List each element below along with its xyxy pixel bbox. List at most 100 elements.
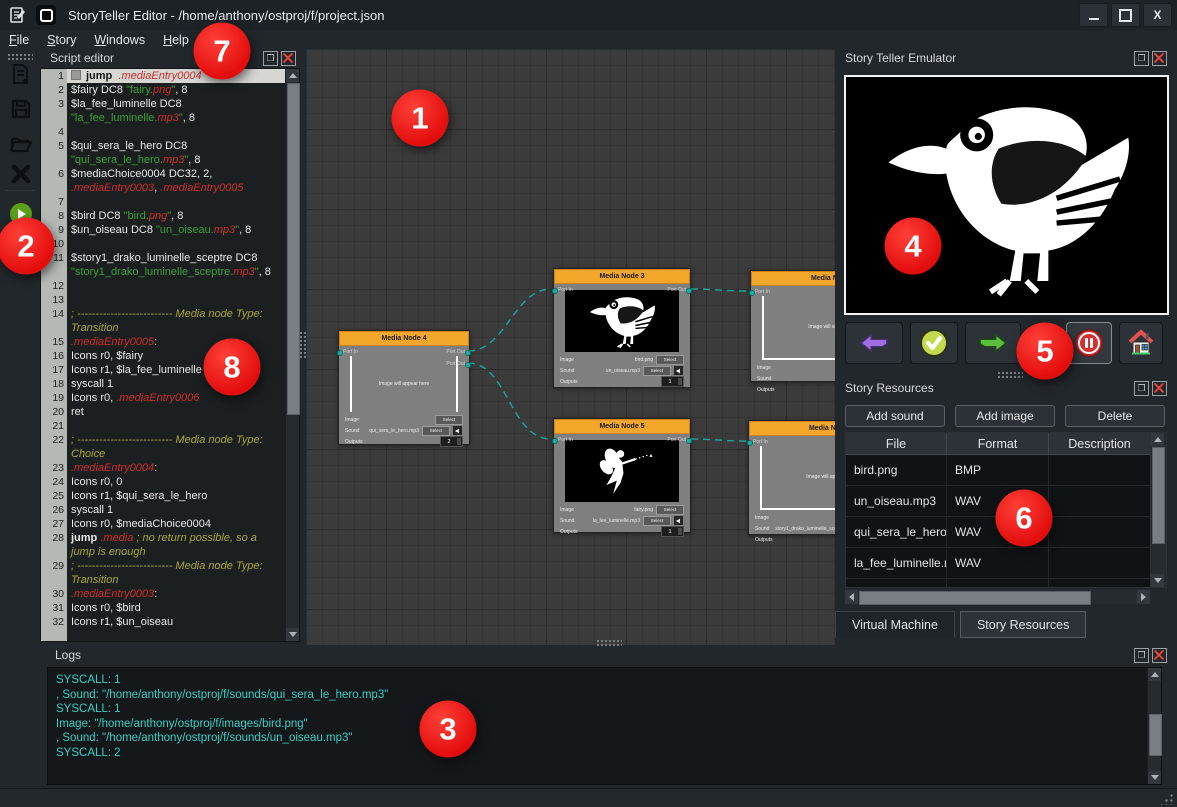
image-select-button[interactable]: Select: [435, 415, 463, 425]
script-line: 24Icons r0, 0: [41, 475, 285, 489]
port-in[interactable]: [747, 440, 753, 446]
speaker-icon[interactable]: [673, 365, 684, 376]
column-header[interactable]: File: [846, 433, 947, 454]
outputs-spinner[interactable]: 1: [661, 526, 684, 537]
title-bar[interactable]: StoryTeller Editor - /home/anthony/ostpr…: [0, 0, 1177, 31]
image-select-button[interactable]: Select: [656, 355, 684, 365]
sound-select-button[interactable]: Select: [643, 366, 671, 376]
back-button[interactable]: [845, 322, 903, 364]
outputs-label: Outputs: [757, 387, 777, 393]
column-header[interactable]: Format: [947, 433, 1049, 454]
right-splitter-handle[interactable]: [828, 331, 836, 359]
close-panel-icon[interactable]: ❌: [1152, 51, 1167, 66]
forward-button[interactable]: [965, 322, 1021, 364]
close-panel-icon[interactable]: ❌: [281, 51, 296, 66]
logs-header: Logs ❐ ❌: [55, 646, 1167, 664]
resize-grip[interactable]: [1159, 793, 1173, 805]
sound-select-button[interactable]: Select: [643, 516, 671, 526]
line-number: 23: [41, 461, 67, 475]
port-out[interactable]: [465, 362, 471, 368]
add-sound-button[interactable]: Add sound: [845, 405, 945, 427]
resources-hscrollbar[interactable]: [845, 590, 1150, 604]
image-select-button[interactable]: Select: [656, 505, 684, 515]
speaker-icon[interactable]: [452, 425, 463, 436]
scrollbar-thumb[interactable]: [287, 83, 300, 415]
pause-button[interactable]: [1066, 322, 1112, 364]
script-line: 22; -------------------------- Media nod…: [41, 433, 285, 461]
line-number: 19: [41, 391, 67, 405]
confirm-button[interactable]: [910, 322, 958, 364]
column-header[interactable]: Description: [1049, 433, 1151, 454]
scroll-up-arrow[interactable]: [1148, 668, 1161, 681]
close-panel-icon[interactable]: ❌: [1152, 381, 1167, 396]
resources-table-scrollbar[interactable]: [1150, 432, 1167, 588]
scrollbar-thumb[interactable]: [1149, 714, 1162, 756]
resource-row[interactable]: la_fee_luminelle.mp3WAV: [846, 548, 1151, 579]
script-editor-scrollbar[interactable]: [285, 69, 299, 641]
line-number: 8: [41, 209, 67, 223]
close-panel-icon[interactable]: ❌: [1152, 648, 1167, 663]
script-editor[interactable]: 1jump .mediaEntry00042$fairy DC8 "fairy.…: [40, 68, 300, 642]
delete-button[interactable]: Delete: [1065, 405, 1165, 427]
toolbar-open-button[interactable]: [7, 130, 34, 157]
scroll-up-arrow[interactable]: [286, 69, 299, 82]
menu-item-story[interactable]: Story: [38, 32, 85, 48]
toolbar-new-script-button[interactable]: [7, 60, 34, 87]
add-image-button[interactable]: Add image: [955, 405, 1055, 427]
port-in[interactable]: [337, 350, 343, 356]
emulator-splitter-handle[interactable]: [997, 371, 1023, 379]
line-number: 26: [41, 503, 67, 517]
resource-row[interactable]: fairy.pngBMP: [846, 579, 1151, 588]
scroll-right-arrow[interactable]: [1137, 590, 1150, 604]
outputs-spinner[interactable]: 1: [661, 376, 684, 387]
speaker-icon[interactable]: [673, 515, 684, 526]
close-button[interactable]: X: [1143, 3, 1172, 27]
float-panel-icon[interactable]: ❐: [1134, 381, 1149, 396]
scroll-left-arrow[interactable]: [845, 590, 858, 604]
resources-header: Story Resources ❐ ❌: [845, 379, 1167, 397]
media-node[interactable]: Media Node 6Port InImage will appear her…: [748, 420, 835, 535]
scroll-down-arrow[interactable]: [286, 628, 299, 641]
port-out[interactable]: [686, 438, 692, 444]
menu-item-file[interactable]: File: [0, 32, 38, 48]
scroll-down-arrow[interactable]: [1148, 771, 1161, 784]
toolbar-cut-button[interactable]: [7, 160, 34, 187]
port-out[interactable]: [465, 350, 471, 356]
sound-select-button[interactable]: Select: [422, 426, 450, 436]
port-out[interactable]: [686, 288, 692, 294]
port-in[interactable]: [749, 290, 755, 296]
media-node[interactable]: Media Node 5Port InPort OutImagefairy.pn…: [553, 418, 691, 533]
line-number: 4: [41, 125, 67, 139]
float-panel-icon[interactable]: ❐: [263, 51, 278, 66]
outputs-spinner[interactable]: 2: [440, 436, 463, 447]
tab-virtual-machine[interactable]: Virtual Machine: [835, 611, 955, 638]
menu-item-windows[interactable]: Windows: [85, 32, 154, 48]
float-panel-icon[interactable]: ❐: [1134, 51, 1149, 66]
float-panel-icon[interactable]: ❐: [1134, 648, 1149, 663]
logs-scrollbar[interactable]: [1147, 668, 1161, 784]
media-node[interactable]: Media Node 4Port InPort OutPort OutImage…: [338, 330, 470, 445]
left-splitter-handle[interactable]: [299, 331, 307, 359]
line-number: 1: [41, 69, 67, 83]
maximize-button[interactable]: [1111, 3, 1140, 27]
scroll-up-arrow[interactable]: [1151, 433, 1164, 446]
resource-row[interactable]: bird.pngBMP: [846, 455, 1151, 486]
scrollbar-thumb[interactable]: [1152, 447, 1165, 544]
node-graph-canvas[interactable]: Media Node 4Port InPort OutPort OutImage…: [306, 49, 835, 645]
scrollbar-thumb[interactable]: [859, 591, 1091, 605]
media-node[interactable]: Media Node 2Port InImage will appear her…: [750, 270, 835, 382]
media-node-title: Media Node 4: [339, 331, 469, 346]
line-number: 21: [41, 419, 67, 433]
line-number: 3: [41, 97, 67, 125]
home-button[interactable]: [1119, 322, 1163, 364]
media-node[interactable]: Media Node 3Port InPort OutImagebird.png…: [553, 268, 691, 388]
toolbar-save-button[interactable]: [7, 95, 34, 122]
scroll-down-arrow[interactable]: [1151, 574, 1164, 587]
port-in[interactable]: [552, 438, 558, 444]
line-number: 22: [41, 433, 67, 461]
tab-story-resources[interactable]: Story Resources: [960, 611, 1086, 638]
minimize-button[interactable]: [1079, 3, 1108, 27]
port-in[interactable]: [552, 288, 558, 294]
line-number: 12: [41, 279, 67, 293]
menu-item-help[interactable]: Help: [154, 32, 198, 48]
